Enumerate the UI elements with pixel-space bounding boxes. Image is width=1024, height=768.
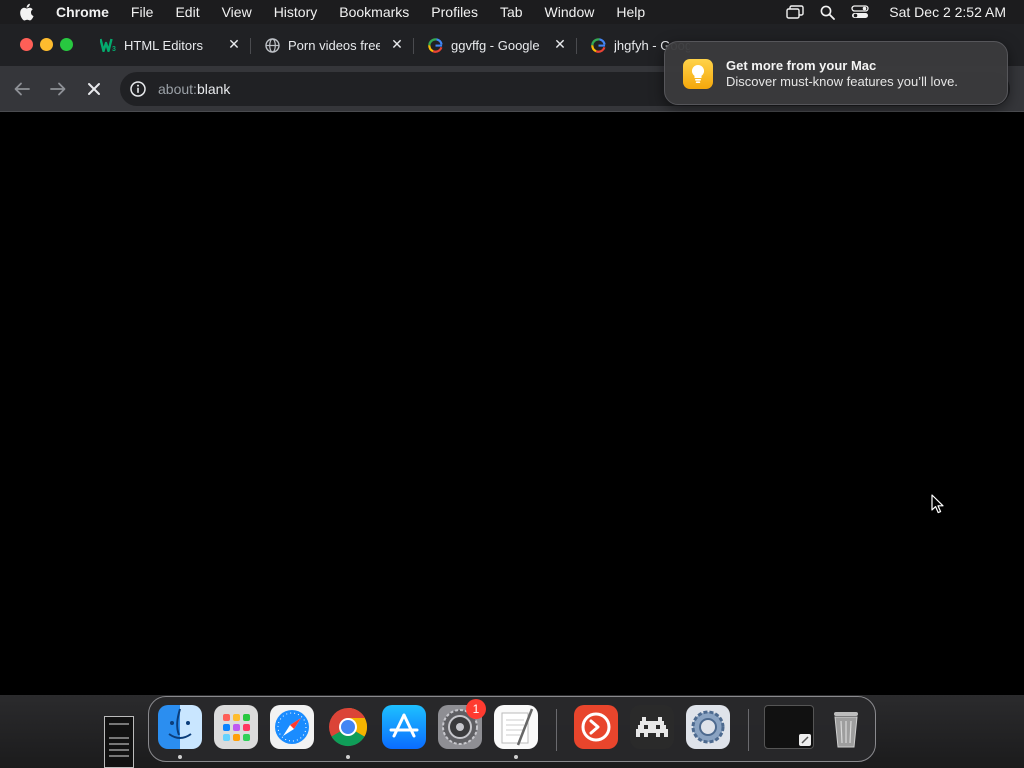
- menu-profiles[interactable]: Profiles: [431, 4, 478, 20]
- google-icon: [427, 37, 443, 53]
- mouse-cursor-icon: [931, 494, 945, 519]
- forward-arrow-icon[interactable]: [47, 78, 69, 100]
- spotlight-search-icon[interactable]: [820, 5, 836, 20]
- menu-window[interactable]: Window: [545, 4, 595, 20]
- tab-separator: [250, 38, 251, 54]
- running-indicator: [514, 755, 518, 759]
- screen-mirroring-icon[interactable]: [786, 5, 804, 19]
- page-content-blank[interactable]: [0, 113, 1024, 695]
- stop-loading-icon[interactable]: [83, 78, 105, 100]
- app-store-icon[interactable]: [382, 705, 426, 749]
- tab-title: ggvffg - Google: [451, 37, 540, 53]
- w3schools-icon: 3: [100, 37, 116, 53]
- desktop-window-thumbnail[interactable]: [104, 716, 134, 768]
- menu-bar: Chrome File Edit View History Bookmarks …: [0, 0, 1024, 24]
- google-chrome-icon[interactable]: [326, 705, 370, 749]
- address-bar-url[interactable]: about:blank: [158, 81, 230, 97]
- notification-badge: 1: [466, 699, 486, 719]
- running-indicator: [178, 755, 182, 759]
- minimized-window-thumbnail[interactable]: [764, 705, 814, 749]
- url-path: blank: [196, 81, 231, 97]
- remote-desktop-icon[interactable]: [574, 705, 618, 749]
- menu-view[interactable]: View: [222, 4, 252, 20]
- finder-icon[interactable]: [158, 705, 202, 749]
- globe-icon: [264, 37, 280, 53]
- menu-bar-clock[interactable]: Sat Dec 2 2:52 AM: [889, 4, 1006, 20]
- window-zoom-button[interactable]: [60, 38, 73, 51]
- menu-help[interactable]: Help: [616, 4, 645, 20]
- url-scheme: about:: [158, 81, 197, 97]
- menu-file[interactable]: File: [131, 4, 154, 20]
- notification-banner[interactable]: Get more from your Mac Discover must-kno…: [664, 41, 1008, 105]
- trash-icon[interactable]: [824, 705, 868, 749]
- notification-body: Discover must-know features you’ll love.: [726, 74, 958, 89]
- window-minimize-button[interactable]: [40, 38, 53, 51]
- dock-separator: [748, 709, 749, 751]
- back-arrow-icon[interactable]: [11, 78, 33, 100]
- menu-edit[interactable]: Edit: [175, 4, 199, 20]
- site-info-icon[interactable]: [129, 80, 147, 98]
- lightbulb-icon: [683, 59, 713, 89]
- launchpad-icon[interactable]: [214, 705, 258, 749]
- space-invader-game-icon[interactable]: [630, 705, 674, 749]
- tab-separator: [413, 38, 414, 54]
- control-center-icon[interactable]: [851, 5, 869, 19]
- svg-text:3: 3: [112, 46, 116, 52]
- menu-bookmarks[interactable]: Bookmarks: [339, 4, 409, 20]
- textedit-icon[interactable]: [494, 705, 538, 749]
- dock: 1: [148, 696, 876, 762]
- safari-icon[interactable]: [270, 705, 314, 749]
- menu-app-name[interactable]: Chrome: [56, 4, 109, 20]
- dock-separator: [556, 709, 557, 751]
- tab-close-icon[interactable]: ✕: [226, 36, 242, 52]
- running-indicator: [346, 755, 350, 759]
- window-close-button[interactable]: [20, 38, 33, 51]
- apple-menu-icon[interactable]: [18, 3, 40, 21]
- tab-html-editors[interactable]: 3 HTML Editors ✕: [100, 32, 242, 58]
- menu-tab[interactable]: Tab: [500, 4, 523, 20]
- system-preferences-icon[interactable]: [686, 705, 730, 749]
- tab-title: HTML Editors: [124, 37, 203, 53]
- tab-close-icon[interactable]: ✕: [389, 36, 405, 52]
- google-icon: [590, 37, 606, 53]
- tab-porn-videos[interactable]: Porn videos free ✕: [264, 32, 405, 58]
- tab-close-icon[interactable]: ✕: [552, 36, 568, 52]
- notification-title: Get more from your Mac: [726, 58, 877, 73]
- tab-separator: [576, 38, 577, 54]
- menu-bar-status-area: Sat Dec 2 2:52 AM: [786, 0, 1006, 24]
- system-settings-icon[interactable]: 1: [438, 699, 486, 749]
- tab-title: Porn videos free: [288, 37, 380, 53]
- tab-ggvffg-google[interactable]: ggvffg - Google ✕: [427, 32, 568, 58]
- menu-history[interactable]: History: [274, 4, 318, 20]
